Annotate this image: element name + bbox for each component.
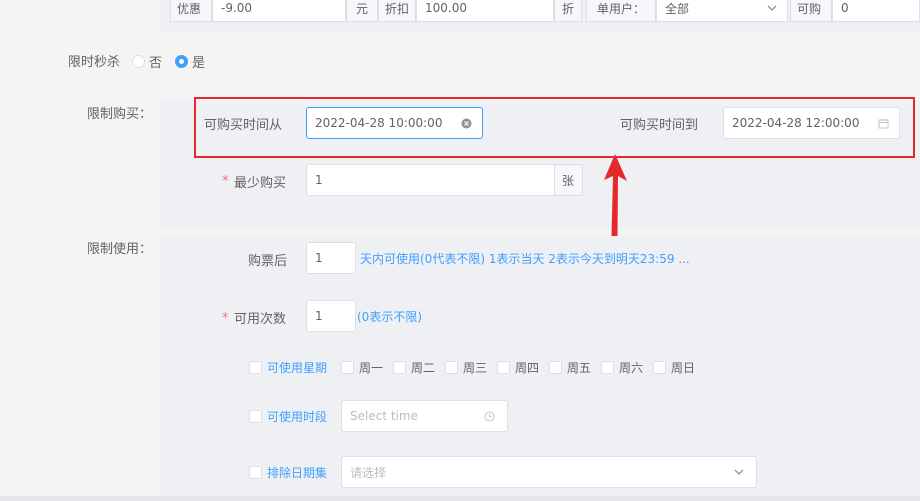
checkbox[interactable]: [601, 361, 614, 374]
rebate-unit: 折: [554, 0, 582, 22]
chevron-down-icon: [734, 469, 744, 475]
weekday-label: 周一: [359, 361, 384, 375]
usage-count-label: 可用次数: [234, 312, 287, 327]
checkbox[interactable]: [497, 361, 510, 374]
weekday-toggle-label: 可使用星期: [267, 361, 328, 375]
exclude-toggle-checkbox[interactable]: [249, 466, 262, 479]
required-mark: *: [222, 311, 229, 326]
weekday-sat[interactable]: 周六: [601, 359, 643, 376]
discount-unit: 元: [346, 0, 378, 22]
after-purchase-days-input[interactable]: 1: [306, 242, 356, 274]
flash-sale-label: 限时秒杀: [67, 55, 120, 70]
purchase-limit-label: 限制购买：: [86, 107, 152, 122]
weekday-label: 周四: [515, 361, 540, 375]
weekday-label: 周二: [411, 361, 436, 375]
discount-input[interactable]: -9.00: [212, 0, 346, 22]
period-placeholder: Select time: [350, 409, 418, 423]
weekday-label: 周三: [463, 361, 488, 375]
weekday-label: 周六: [619, 361, 644, 375]
single-user-select[interactable]: 全部: [656, 0, 788, 22]
checkbox[interactable]: [653, 361, 666, 374]
chevron-down-icon: [767, 5, 777, 11]
period-toggle-checkbox[interactable]: [249, 410, 262, 423]
weekday-wed[interactable]: 周三: [445, 359, 487, 376]
weekday-sun[interactable]: 周日: [653, 359, 695, 376]
flash-sale-yes-radio[interactable]: 是: [175, 52, 205, 71]
weekday-mon[interactable]: 周一: [341, 359, 383, 376]
checkbox[interactable]: [549, 361, 562, 374]
discount-label: 优惠: [170, 0, 212, 22]
min-purchase-input[interactable]: 1: [306, 164, 555, 196]
rebate-input[interactable]: 100.00: [416, 0, 554, 22]
checkbox[interactable]: [445, 361, 458, 374]
weekday-thu[interactable]: 周四: [497, 359, 539, 376]
radio-dot-selected: [175, 55, 188, 68]
rebate-label: 折扣: [378, 0, 416, 22]
exclude-toggle[interactable]: 排除日期集: [249, 464, 327, 481]
usage-count-hint: (0表示不限): [357, 310, 422, 324]
flash-sale-no-label: 否: [149, 56, 163, 71]
checkbox[interactable]: [393, 361, 406, 374]
radio-dot: [132, 55, 145, 68]
exclude-placeholder: 请选择: [350, 465, 387, 480]
after-purchase-label: 购票后: [248, 254, 288, 269]
single-user-label: 单用户：: [586, 0, 656, 22]
required-mark: *: [222, 174, 229, 189]
weekday-toggle-checkbox[interactable]: [249, 361, 262, 374]
after-purchase-hint: 天内可使用(0代表不限) 1表示当天 2表示今天到明天23:59 ...: [360, 252, 690, 266]
weekday-toggle[interactable]: 可使用星期: [249, 359, 327, 376]
weekday-fri[interactable]: 周五: [549, 359, 591, 376]
exclude-dates-select[interactable]: 请选择: [341, 456, 757, 488]
clock-icon: [484, 411, 495, 421]
flash-sale-no-radio[interactable]: 否: [132, 52, 162, 71]
single-user-value: 全部: [665, 1, 690, 16]
weekday-tue[interactable]: 周二: [393, 359, 435, 376]
period-toggle-label: 可使用时段: [267, 410, 328, 424]
highlight-box: [194, 97, 915, 158]
flash-sale-yes-label: 是: [192, 56, 206, 71]
weekday-label: 周日: [671, 361, 696, 375]
period-time-input[interactable]: Select time: [341, 400, 508, 432]
exclude-toggle-label: 排除日期集: [267, 466, 328, 480]
can-buy-input[interactable]: 0: [832, 0, 920, 22]
period-toggle[interactable]: 可使用时段: [249, 408, 327, 425]
min-purchase-unit: 张: [554, 164, 583, 196]
bottom-divider: [0, 496, 920, 501]
usage-count-input[interactable]: 1: [306, 300, 356, 332]
can-buy-label: 可购: [790, 0, 832, 22]
min-purchase-label: 最少购买: [234, 176, 287, 191]
usage-limit-label: 限制使用：: [86, 242, 152, 257]
checkbox[interactable]: [341, 361, 354, 374]
weekday-label: 周五: [567, 361, 592, 375]
